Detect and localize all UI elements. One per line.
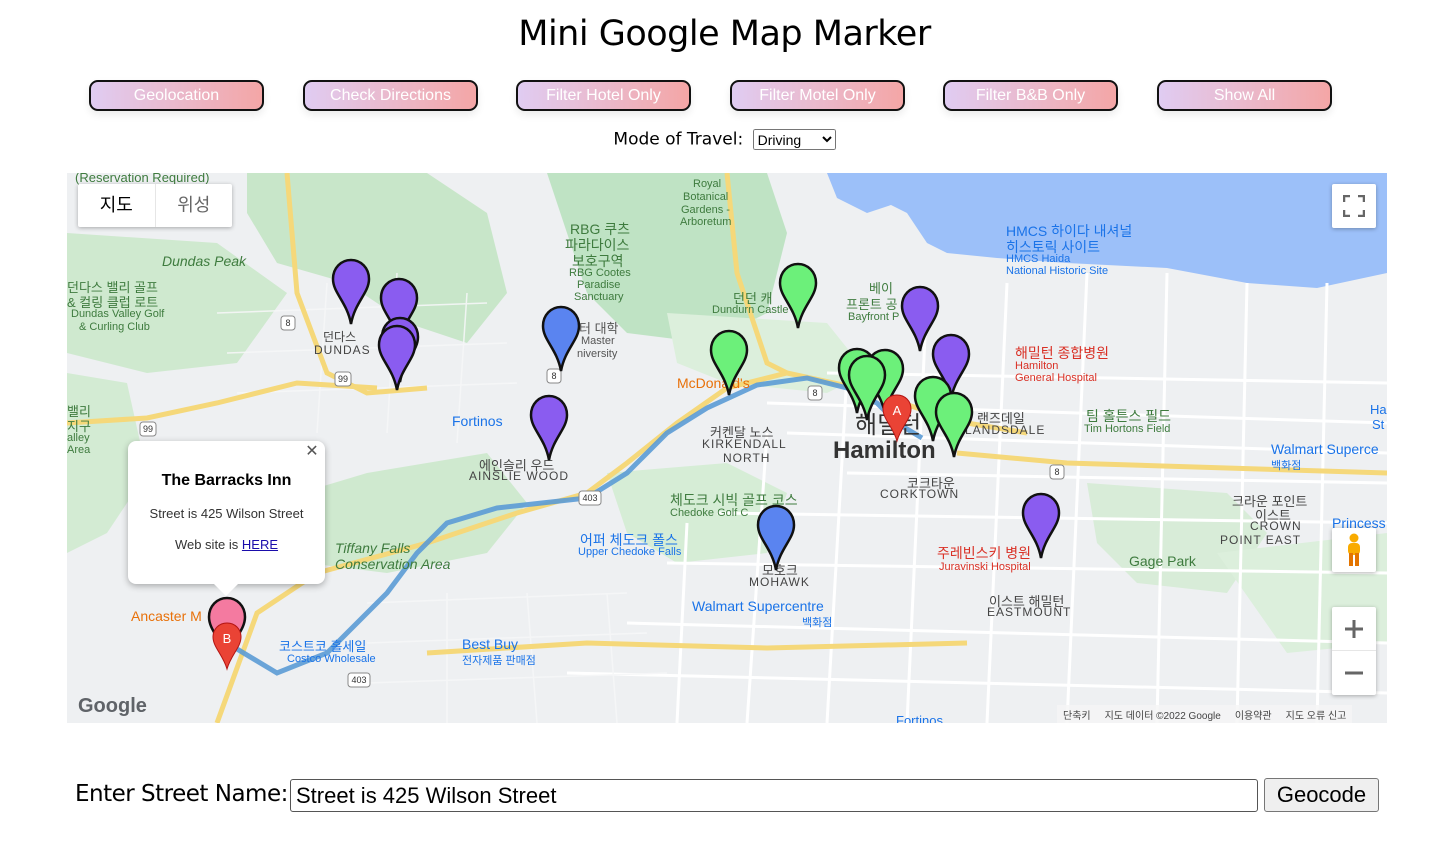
street-name-input[interactable] xyxy=(290,779,1258,812)
map-type-control: 지도 위성 xyxy=(78,184,232,227)
map-canvas[interactable]: (Reservation Required) Royal Botanical G… xyxy=(67,173,1387,723)
info-window-street: Street is 425 Wilson Street xyxy=(149,506,304,521)
route-marker-b[interactable]: B xyxy=(212,622,242,671)
map-data-attribution: 지도 데이터 ©2022 Google xyxy=(1104,711,1221,722)
plus-icon xyxy=(1345,619,1363,638)
marker-green-pin[interactable] xyxy=(778,262,818,330)
filter-hotel-button[interactable]: Filter Hotel Only xyxy=(516,80,691,111)
marker-green-pin[interactable] xyxy=(709,329,749,397)
marker-purple-pin[interactable] xyxy=(331,258,371,326)
geolocation-button[interactable]: Geolocation xyxy=(89,80,264,111)
minus-icon xyxy=(1345,671,1363,675)
route-marker-a-label: A xyxy=(893,403,902,418)
geocode-row: Enter Street Name: Geocode xyxy=(75,778,1385,812)
filter-bnb-button[interactable]: Filter B&B Only xyxy=(943,80,1118,111)
fullscreen-button[interactable] xyxy=(1332,184,1376,228)
info-window-title: The Barracks Inn xyxy=(161,472,292,489)
close-icon[interactable]: ✕ xyxy=(303,443,321,461)
street-view-button[interactable] xyxy=(1332,528,1376,572)
pegman-icon xyxy=(1348,533,1360,566)
map-type-satellite-button[interactable]: 위성 xyxy=(156,184,233,227)
travel-mode-row: Mode of Travel: Driving xyxy=(0,129,1449,150)
show-all-button[interactable]: Show All xyxy=(1157,80,1332,111)
marker-purple-pin[interactable] xyxy=(1021,492,1061,560)
marker-green-pin[interactable] xyxy=(934,391,974,459)
info-window: ✕ The Barracks Inn Street is 425 Wilson … xyxy=(128,441,325,596)
page-title: Mini Google Map Marker xyxy=(518,14,931,54)
zoom-out-button[interactable] xyxy=(1332,651,1376,695)
marker-blue-pin[interactable] xyxy=(541,305,581,373)
info-window-website-prefix: Web site is xyxy=(174,537,242,552)
marker-purple-pin[interactable] xyxy=(529,394,569,462)
route-marker-b-label: B xyxy=(223,631,232,646)
zoom-in-button[interactable] xyxy=(1332,607,1376,651)
report-error-link[interactable]: 지도 오류 신고 xyxy=(1286,707,1347,722)
info-window-website: Web site is HERE xyxy=(128,537,325,552)
info-window-website-link[interactable]: HERE xyxy=(242,537,278,552)
fullscreen-icon xyxy=(1343,195,1365,217)
map-type-map-button[interactable]: 지도 xyxy=(78,184,156,227)
filter-motel-button[interactable]: Filter Motel Only xyxy=(730,80,905,111)
route-marker-a[interactable]: A xyxy=(882,394,912,443)
travel-mode-select[interactable]: Driving xyxy=(752,129,836,150)
map-footer: 단축키 지도 데이터 ©2022 Google 이용약관 지도 오류 신고 xyxy=(1057,705,1353,723)
geocode-button[interactable]: Geocode xyxy=(1264,778,1379,812)
marker-green-pin[interactable] xyxy=(847,354,887,422)
google-logo[interactable]: Google xyxy=(78,695,147,718)
marker-purple-pin[interactable] xyxy=(900,285,940,353)
travel-mode-label: Mode of Travel: xyxy=(613,129,744,150)
street-name-label: Enter Street Name: xyxy=(75,781,288,807)
zoom-control xyxy=(1332,607,1376,695)
check-directions-button[interactable]: Check Directions xyxy=(303,80,478,111)
keyboard-shortcuts-link[interactable]: 단축키 xyxy=(1063,707,1091,722)
terms-link[interactable]: 이용약관 xyxy=(1235,707,1272,722)
marker-purple-pin[interactable] xyxy=(377,324,417,392)
marker-blue-pin[interactable] xyxy=(756,504,796,572)
